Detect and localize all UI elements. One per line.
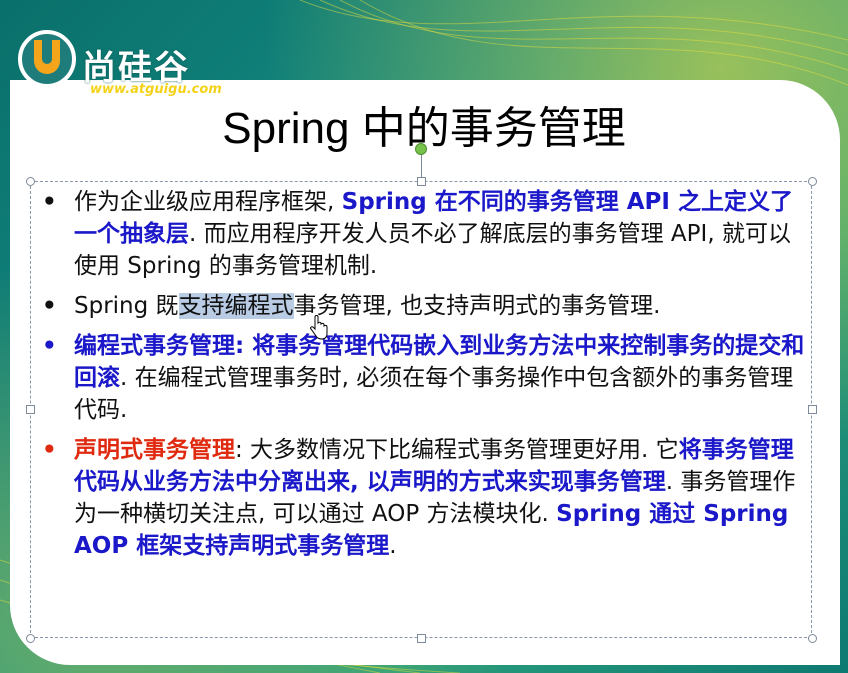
resize-handle-top-right[interactable]: [808, 177, 817, 186]
bullet-text-segment: .: [389, 533, 397, 559]
bullet-dot: •: [42, 189, 57, 215]
resize-handle-bottom[interactable]: [417, 634, 426, 643]
bullet-text-segment: 作为企业级应用程序框架,: [74, 189, 342, 215]
resize-handle-bottom-right[interactable]: [808, 634, 817, 643]
bullet-text-segment: 支持编程式: [178, 293, 294, 319]
bullet-list[interactable]: • 作为企业级应用程序框架, Spring 在不同的事务管理 API 之上定义了一…: [40, 186, 810, 570]
logo-u-mark: [34, 40, 60, 74]
resize-handle-left[interactable]: [26, 405, 35, 414]
resize-handle-top-left[interactable]: [26, 177, 35, 186]
bullet-item[interactable]: • 编程式事务管理: 将事务管理代码嵌入到业务方法中来控制事务的提交和回滚. 在编…: [40, 330, 810, 426]
bullet-text-segment: 事务管理, 也支持声明式的事务管理.: [293, 293, 661, 319]
brand-logo: 尚硅谷 www.atguigu.com: [12, 18, 222, 98]
text-cursor-icon: [310, 315, 328, 340]
bullet-dot: •: [42, 437, 57, 463]
bullet-item[interactable]: • Spring 既支持编程式事务管理, 也支持声明式的事务管理.: [40, 290, 810, 322]
bullet-item[interactable]: • 作为企业级应用程序框架, Spring 在不同的事务管理 API 之上定义了一…: [40, 186, 810, 282]
bullet-text-segment: 声明式事务管理: [74, 437, 235, 463]
bullet-text-segment: . 在编程式管理事务时, 必须在每个事务操作中包含额外的事务管理代码.: [74, 365, 794, 423]
bullet-text-segment: Spring 既: [74, 293, 179, 319]
bullet-dot: •: [42, 293, 57, 319]
bullet-dot: •: [42, 333, 57, 359]
rotation-handle[interactable]: [415, 143, 427, 155]
resize-handle-bottom-left[interactable]: [26, 634, 35, 643]
resize-handle-top[interactable]: [417, 177, 426, 186]
bullet-text-segment: : 大多数情况下比编程式事务管理更好用. 它: [235, 437, 679, 463]
bullet-item[interactable]: • 声明式事务管理: 大多数情况下比编程式事务管理更好用. 它将事务管理代码从业务…: [40, 434, 810, 562]
